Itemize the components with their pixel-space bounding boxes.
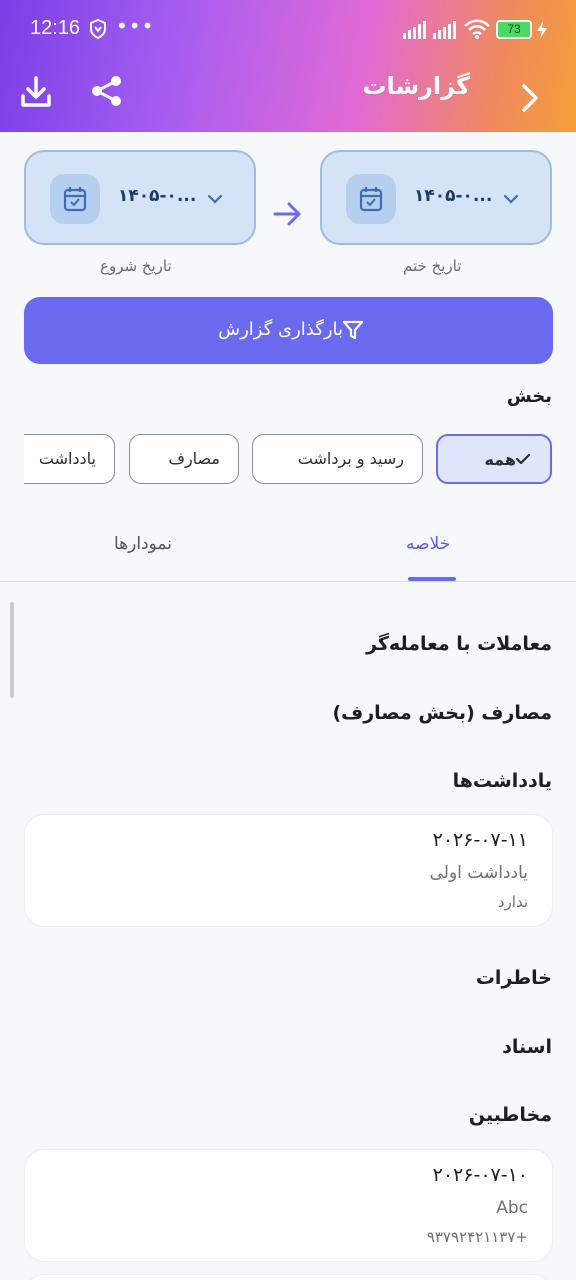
chip-receipts-withdrawals[interactable]: رسید و برداشت — [252, 434, 423, 484]
tab-divider — [0, 581, 576, 582]
status-bar: 12:16 ••• 73 — [0, 10, 576, 50]
note-date: ۲۰۲۶-۰۷-۱۱ — [432, 829, 528, 851]
tab-summary[interactable]: خلاصه — [406, 534, 450, 554]
chip-label: مصارف — [168, 449, 220, 468]
download-icon[interactable] — [18, 74, 54, 110]
expenses-heading: مصارف (بخش مصارف) — [332, 702, 552, 724]
scrollbar[interactable] — [10, 602, 14, 698]
contacts-heading: مخاطبین — [468, 1104, 552, 1126]
note-title: یادداشت اولی — [429, 863, 528, 883]
start-date-label: تاریخ شروع — [100, 257, 172, 275]
section-label: بخش — [506, 386, 552, 407]
start-date-picker[interactable]: ۱۴۰۵-۰... — [24, 150, 256, 245]
contact-card[interactable]: ۲۰۲۶-۰۷-۱۰ Abc ۹۳۷۹۲۴۲۱۱۳۷+ — [24, 1149, 553, 1262]
end-date-value: ۱۴۰۵-۰... — [414, 186, 493, 206]
chevron-down-icon — [206, 190, 224, 209]
page-title: گزارشات — [362, 72, 470, 100]
more-notifications-icon: ••• — [116, 14, 155, 38]
contact-card[interactable] — [24, 1274, 553, 1280]
app-header: 12:16 ••• 73 گزارشات — [0, 0, 576, 132]
memories-heading: خاطرات — [475, 967, 552, 989]
documents-heading: اسناد — [502, 1036, 552, 1058]
load-report-button[interactable]: بارگذاری گزارش — [24, 297, 553, 364]
calendar-icon — [50, 174, 100, 224]
contact-phone: ۹۳۷۹۲۴۲۱۱۳۷+ — [426, 1228, 528, 1246]
calendar-icon — [346, 174, 396, 224]
end-date-label: تاریخ ختم — [403, 257, 462, 275]
battery-indicator: 73 — [496, 20, 532, 39]
load-report-label: بارگذاری گزارش — [218, 319, 343, 340]
chip-label: رسید و برداشت — [297, 449, 404, 468]
wifi-icon — [463, 18, 491, 45]
chevron-down-icon — [502, 190, 520, 209]
contact-date: ۲۰۲۶-۰۷-۱۰ — [432, 1164, 528, 1186]
chevron-right-icon[interactable] — [516, 82, 544, 114]
chip-all[interactable]: همه — [436, 434, 552, 484]
arrow-right-icon — [272, 200, 304, 232]
tab-charts[interactable]: نمودارها — [114, 534, 172, 554]
chip-label: یادداشت — [38, 449, 96, 468]
chip-label: همه — [484, 450, 516, 469]
note-subtitle: ندارد — [497, 893, 528, 911]
check-icon — [514, 450, 532, 472]
start-date-value: ۱۴۰۵-۰... — [118, 186, 197, 206]
notes-heading: یادداشت‌ها — [452, 770, 552, 792]
signal-icon — [432, 20, 458, 45]
note-card[interactable]: ۲۰۲۶-۰۷-۱۱ یادداشت اولی ندارد — [24, 814, 553, 927]
section-chips: همه رسید و برداشت مصارف یادداشت — [24, 434, 553, 486]
filter-icon — [342, 319, 364, 345]
charging-icon — [536, 20, 548, 45]
trader-transactions-heading: معاملات با معامله‌گر — [366, 633, 552, 655]
contact-name: Abc — [496, 1198, 528, 1218]
share-icon[interactable] — [90, 74, 124, 108]
signal-icon — [402, 20, 428, 45]
shield-icon — [88, 18, 108, 45]
chip-expenses[interactable]: مصارف — [129, 434, 239, 484]
status-time: 12:16 — [30, 17, 81, 39]
chip-notes[interactable]: یادداشت — [24, 434, 115, 484]
end-date-picker[interactable]: ۱۴۰۵-۰... — [320, 150, 552, 245]
